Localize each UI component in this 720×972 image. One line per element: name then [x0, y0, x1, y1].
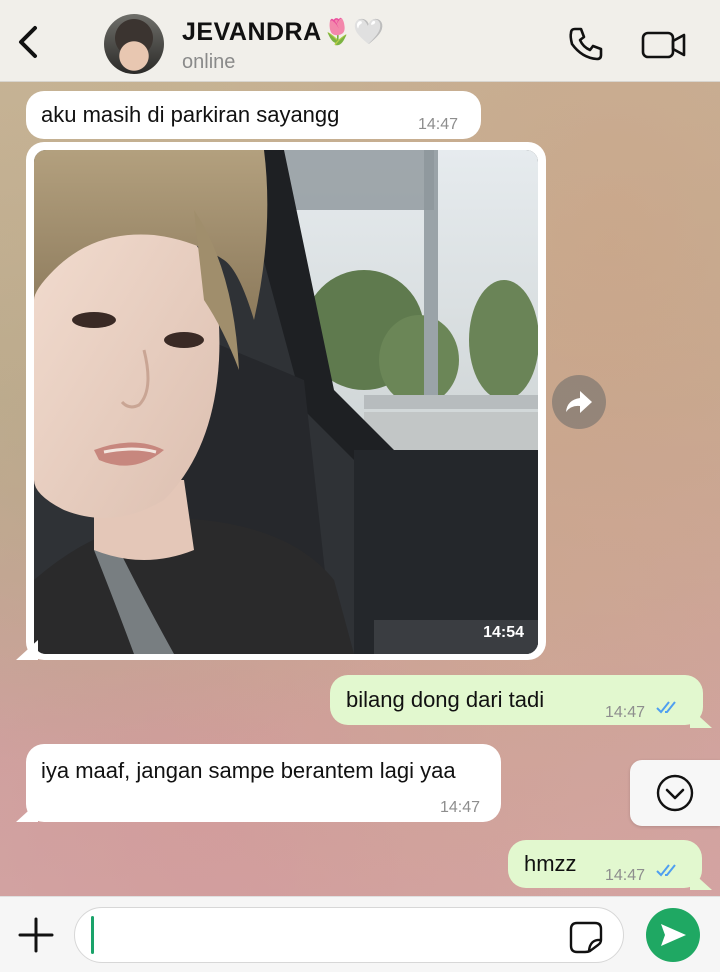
message-time: 14:47 [418, 116, 459, 133]
sticker-button[interactable] [568, 920, 604, 954]
contact-name[interactable]: JEVANDRA🌷🤍 [182, 18, 385, 47]
send-button[interactable] [646, 908, 700, 962]
scroll-to-bottom-button[interactable] [630, 760, 720, 826]
message-text: bilang dong dari tadi [346, 687, 545, 712]
message-input[interactable] [74, 907, 624, 963]
plus-icon [18, 917, 54, 953]
message-text: iya maaf, jangan sampe berantem lagi yaa [41, 758, 456, 783]
image-message-bubble[interactable]: 14:54 [26, 142, 546, 660]
message-photo[interactable] [34, 150, 538, 654]
video-call-button[interactable] [640, 28, 688, 62]
back-button[interactable] [10, 22, 46, 62]
forward-arrow-icon [566, 391, 592, 413]
contact-status: online [182, 51, 236, 73]
chevron-down-circle-icon [656, 774, 694, 812]
message-time: 14:47 [605, 867, 646, 884]
double-check-icon [656, 864, 676, 877]
text-cursor [91, 916, 94, 954]
phone-icon [569, 27, 603, 61]
message-bubble[interactable]: aku masih di parkiran sayangg 14:47 [26, 91, 481, 139]
message-bubble[interactable]: hmzz 14:47 [508, 840, 702, 888]
attach-button[interactable] [16, 915, 56, 955]
message-time: 14:54 [483, 624, 524, 641]
contact-avatar[interactable] [104, 14, 164, 74]
message-time: 14:47 [605, 704, 646, 721]
message-bubble[interactable]: bilang dong dari tadi 14:47 [330, 675, 703, 725]
selfie-photo [34, 150, 538, 654]
double-check-icon [656, 701, 676, 714]
message-text: hmzz [524, 851, 577, 876]
chevron-left-icon [19, 26, 37, 58]
composer-bar [0, 896, 720, 972]
voice-call-button[interactable] [566, 24, 606, 64]
message-text: aku masih di parkiran sayangg [41, 102, 340, 127]
message-bubble[interactable]: iya maaf, jangan sampe berantem lagi yaa… [26, 744, 501, 822]
chat-header: JEVANDRA🌷🤍 online [0, 0, 720, 82]
send-icon [661, 924, 686, 946]
sticker-icon [569, 921, 603, 954]
message-time: 14:47 [440, 799, 481, 816]
video-camera-icon [641, 31, 686, 59]
forward-button[interactable] [552, 375, 606, 429]
